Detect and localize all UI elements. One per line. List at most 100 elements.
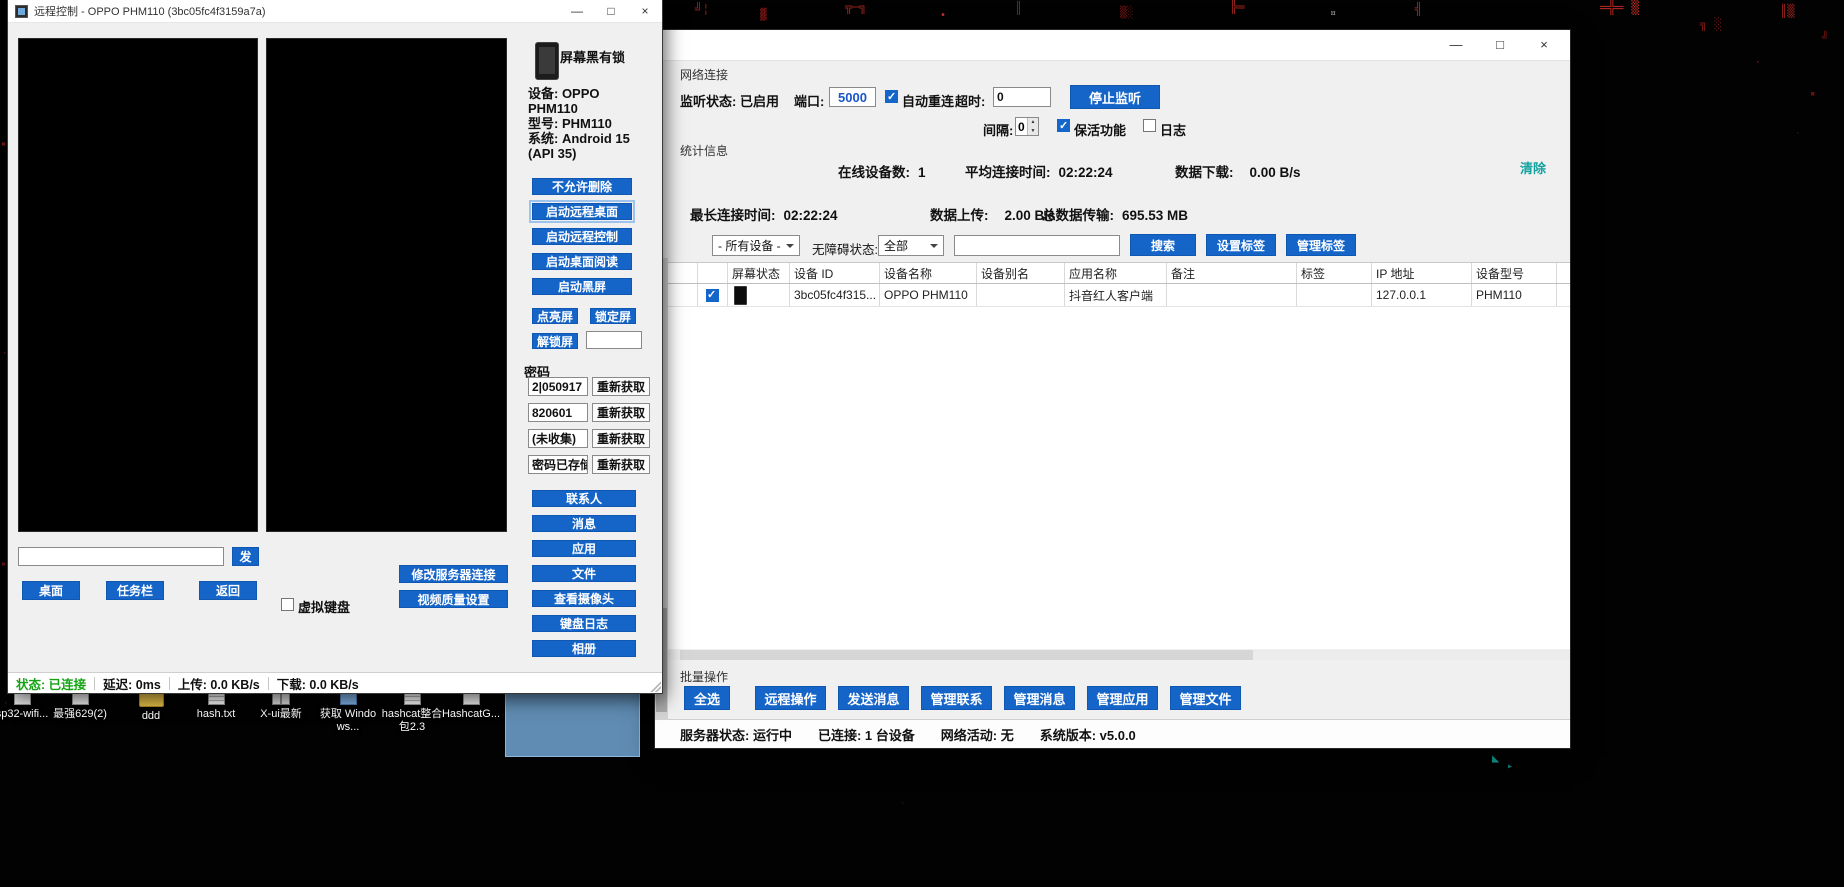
remote-titlebar[interactable]: 远程控制 - OPPO PHM110 (3bc05fc4f3159a7a) — … (8, 0, 662, 23)
start-remote-control-button[interactable]: 启动远程控制 (532, 228, 632, 245)
search-button[interactable]: 搜索 (1130, 234, 1196, 256)
refetch-password-2-button[interactable]: 重新获取 (592, 403, 650, 422)
hscroll-thumb[interactable] (680, 650, 1253, 660)
start-black-screen-button[interactable]: 启动黑屏 (532, 278, 632, 295)
col-screen-status[interactable]: 屏幕状态 (728, 263, 790, 283)
messages-button[interactable]: 消息 (532, 515, 636, 532)
stepper-arrows[interactable]: ▲▼ (1027, 118, 1038, 135)
apps-button[interactable]: 应用 (532, 540, 636, 557)
start-desktop-read-button[interactable]: 启动桌面阅读 (532, 253, 632, 270)
device-thumbnail-icon (535, 42, 559, 80)
app-icon (15, 5, 28, 18)
set-tag-button[interactable]: 设置标签 (1206, 234, 1276, 256)
col-tag[interactable]: 标签 (1297, 263, 1372, 283)
close-icon[interactable]: × (628, 0, 662, 22)
view-camera-button[interactable]: 查看摄像头 (532, 590, 636, 607)
horizontal-scrollbar[interactable] (666, 650, 1570, 660)
clear-stats-link[interactable]: 清除 (1520, 158, 1546, 177)
keylog-button[interactable]: 键盘日志 (532, 615, 636, 632)
virtual-keyboard-label: 虚拟键盘 (298, 597, 350, 616)
connection-state: 状态: 已连接 (16, 674, 86, 693)
row-checkbox[interactable] (706, 289, 719, 302)
col-device-name[interactable]: 设备名称 (880, 263, 977, 283)
server-content: 网络连接 监听状态: 已启用 端口: 5000 自动重连 超时: 0 停止监听 … (666, 30, 1570, 748)
search-input[interactable] (954, 235, 1120, 256)
message-input[interactable] (18, 547, 224, 566)
col-device-id[interactable]: 设备 ID (790, 263, 880, 283)
desktop-icon-label: sp32-wifi... (0, 708, 48, 721)
col-app-name[interactable]: 应用名称 (1065, 263, 1167, 283)
refetch-password-1-button[interactable]: 重新获取 (592, 377, 650, 396)
taskbar-button[interactable]: 任务栏 (106, 581, 164, 600)
refetch-password-3-button[interactable]: 重新获取 (592, 429, 650, 448)
table-row[interactable]: 3bc05fc4f315... OPPO PHM110 抖音红人客户端 127.… (666, 284, 1570, 307)
send-message-button[interactable]: 发送消息 (838, 686, 909, 710)
password-value-1[interactable]: 2|050917 (528, 377, 588, 396)
auto-reconnect-checkbox[interactable] (885, 90, 898, 103)
stat-total-transfer: 总数据传输:695.53 MB (1042, 204, 1188, 224)
stop-listen-button[interactable]: 停止监听 (1070, 85, 1160, 109)
stepper-up-icon[interactable]: ▲ (1028, 118, 1038, 127)
manage-messages-button[interactable]: 管理消息 (1004, 686, 1075, 710)
accessibility-dropdown[interactable]: 全部 (878, 235, 944, 256)
contacts-button[interactable]: 联系人 (532, 490, 636, 507)
maximize-icon[interactable]: □ (594, 0, 628, 22)
log-label: 日志 (1160, 120, 1186, 139)
timeout-input[interactable]: 0 (993, 87, 1051, 107)
timeout-label: 超时: (955, 91, 985, 110)
unlock-code-input[interactable] (586, 331, 642, 349)
stepper-down-icon[interactable]: ▼ (1028, 127, 1038, 136)
interval-stepper[interactable]: 0 ▲▼ (1015, 117, 1039, 136)
upload-rate: 上传: 0.0 KB/s (178, 674, 260, 693)
col-remark[interactable]: 备注 (1167, 263, 1297, 283)
keepalive-checkbox[interactable] (1057, 119, 1070, 132)
wallpaper-glyphs: ╝¦ (695, 3, 709, 15)
back-button[interactable]: 返回 (199, 581, 257, 600)
log-checkbox[interactable] (1143, 119, 1156, 132)
remote-screen-right[interactable] (266, 38, 507, 532)
resize-grip[interactable] (649, 680, 661, 692)
unlock-screen-button[interactable]: 解锁屏 (532, 333, 578, 349)
system-info: 系统: Android 15 (API 35) (528, 131, 652, 161)
lock-screen-button[interactable]: 锁定屏 (590, 308, 636, 324)
device-filter-dropdown[interactable]: - 所有设备 - (712, 235, 800, 256)
net-group-label: 网络连接 (680, 66, 728, 83)
cell-device-name: OPPO PHM110 (880, 284, 977, 306)
remote-operate-button[interactable]: 远程操作 (755, 686, 826, 710)
edit-server-connection-button[interactable]: 修改服务器连接 (399, 565, 508, 583)
phone-screen-icon (734, 286, 747, 305)
remote-screen-left[interactable] (18, 38, 258, 532)
cell-tag (1297, 284, 1372, 306)
col-model[interactable]: 设备型号 (1472, 263, 1557, 283)
desktop-button[interactable]: 桌面 (22, 581, 80, 600)
manage-apps-button[interactable]: 管理应用 (1087, 686, 1158, 710)
virtual-keyboard-checkbox[interactable] (281, 598, 294, 611)
password-value-4[interactable]: 密码已存储 (528, 455, 588, 474)
server-statusbar: 服务器状态: 运行中 已连接: 1 台设备 网络活动: 无 系统版本: v5.0… (655, 719, 1570, 748)
col-ip[interactable]: IP 地址 (1372, 263, 1472, 283)
video-quality-button[interactable]: 视频质量设置 (399, 590, 508, 608)
manage-contacts-button[interactable]: 管理联系 (921, 686, 992, 710)
remote-statusbar: 状态: 已连接 延迟: 0ms 上传: 0.0 KB/s 下载: 0.0 KB/… (8, 672, 662, 693)
minimize-icon[interactable]: — (560, 0, 594, 22)
model-info: 型号: PHM110 (528, 116, 652, 131)
password-value-3[interactable]: (未收集) (528, 429, 588, 448)
light-screen-button[interactable]: 点亮屏 (532, 308, 578, 324)
album-button[interactable]: 相册 (532, 640, 636, 657)
manage-tag-button[interactable]: 管理标签 (1286, 234, 1356, 256)
col-device-alias[interactable]: 设备别名 (977, 263, 1065, 283)
files-button[interactable]: 文件 (532, 565, 636, 582)
batch-group-label: 批量操作 (680, 668, 728, 685)
download-rate: 下载: 0.0 KB/s (277, 674, 359, 693)
stat-avg-connect-time: 平均连接时间:02:22:24 (965, 161, 1113, 181)
start-remote-desktop-button[interactable]: 启动远程桌面 (532, 203, 632, 220)
port-input[interactable]: 5000 (829, 87, 876, 107)
device-info: 设备: OPPO PHM110 (528, 86, 652, 116)
password-value-2[interactable]: 820601 (528, 403, 588, 422)
send-button[interactable]: 发 (232, 547, 259, 566)
manage-files-button[interactable]: 管理文件 (1170, 686, 1241, 710)
no-delete-button[interactable]: 不允许删除 (532, 178, 632, 195)
refetch-password-4-button[interactable]: 重新获取 (592, 455, 650, 474)
select-all-button[interactable]: 全选 (684, 686, 730, 710)
listen-status: 监听状态: 已启用 (680, 91, 779, 110)
